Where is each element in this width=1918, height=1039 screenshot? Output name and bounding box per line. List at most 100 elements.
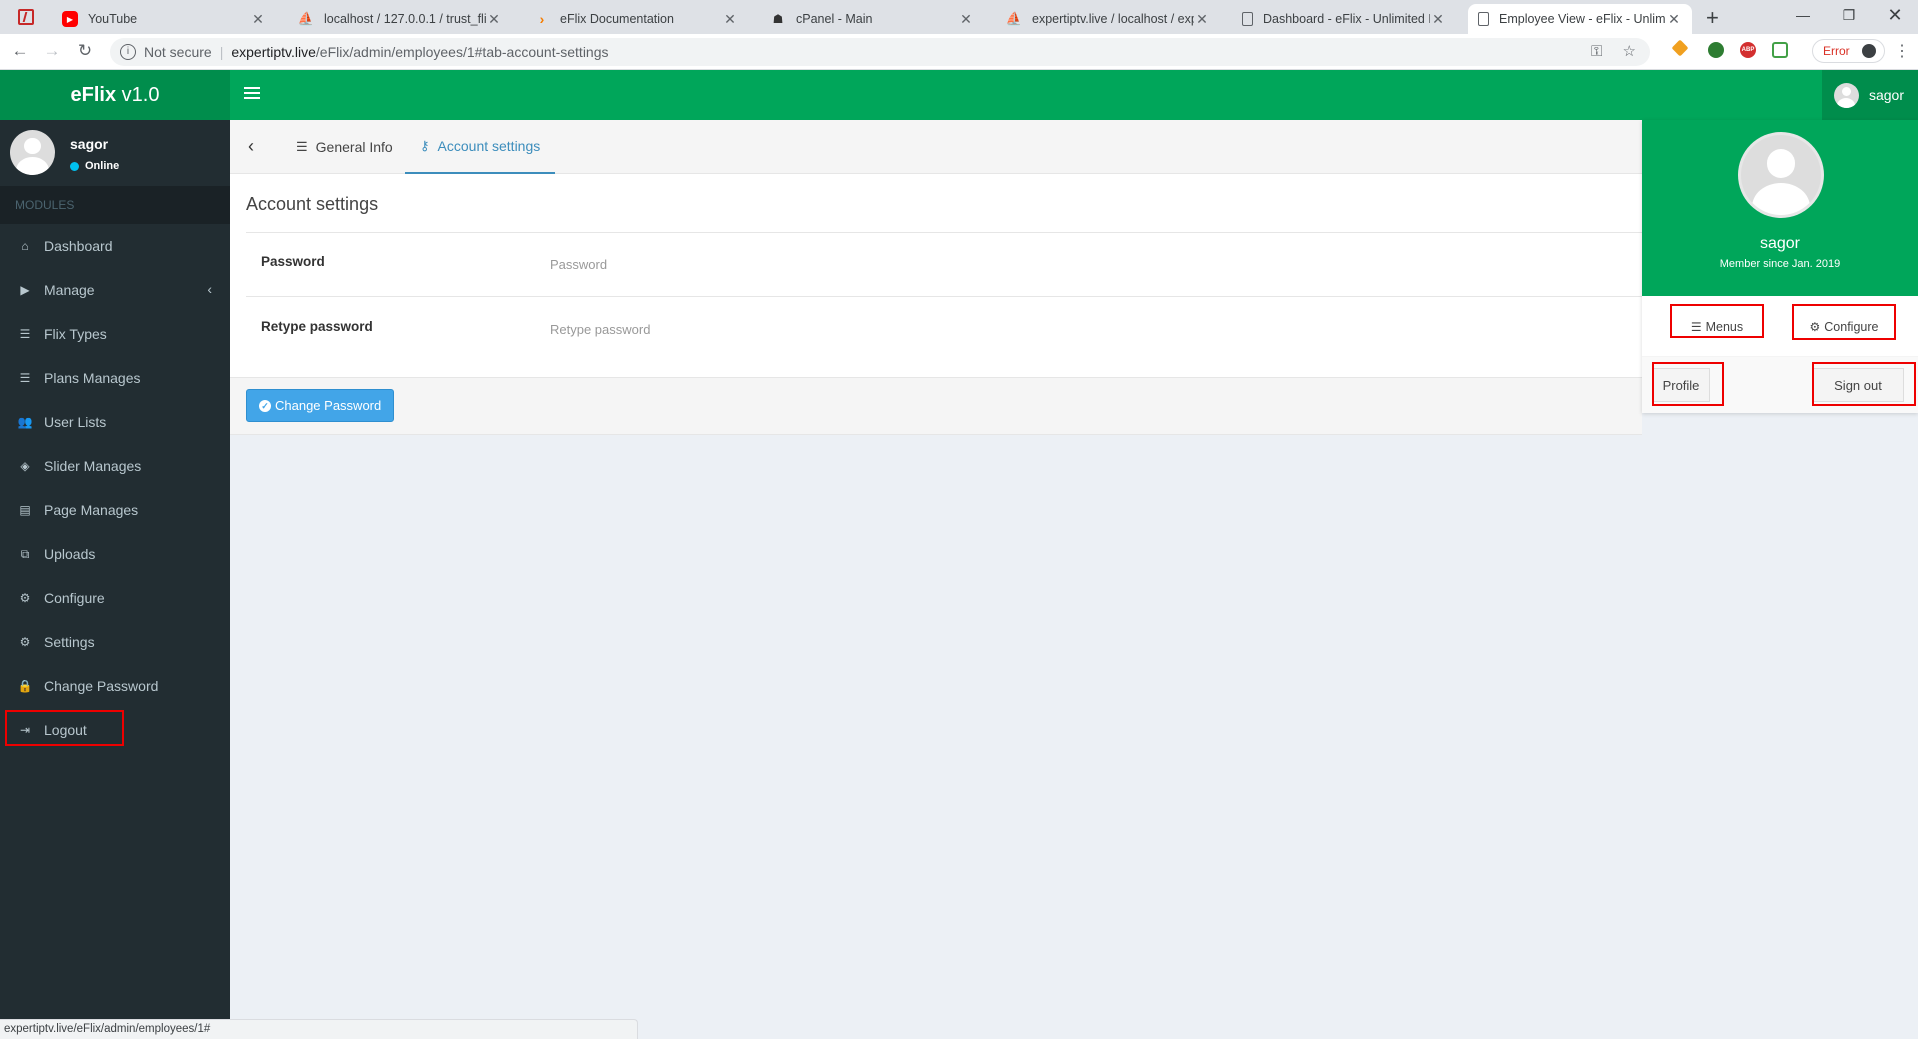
profile-avatar — [1859, 42, 1878, 60]
close-tab-icon[interactable]: ✕ — [1430, 11, 1446, 28]
browser-tab[interactable]: ☗ cPanel - Main ✕ — [760, 4, 984, 34]
sidebar-item-label: Dashboard — [44, 238, 113, 254]
browser-status-bar: expertiptv.live/eFlix/admin/employees/1# — [0, 1019, 638, 1039]
logo-bold: eFlix — [70, 84, 117, 106]
adblock-icon[interactable]: ABP — [1740, 42, 1756, 58]
sidebar-item-uploads[interactable]: ⧉ Uploads — [0, 532, 230, 576]
close-tab-icon[interactable]: ✕ — [486, 11, 502, 28]
security-label: Not secure — [144, 44, 212, 60]
close-tab-icon[interactable]: ✕ — [722, 11, 738, 28]
new-tab-button[interactable]: + — [1706, 5, 1719, 31]
star-icon[interactable]: ☆ — [1623, 43, 1636, 60]
browser-tab[interactable]: ⛵ expertiptv.live / localhost / expe ✕ — [996, 4, 1220, 34]
sidebar-item-change-password[interactable]: 🔒 Change Password — [0, 664, 230, 708]
sidebar-item-label: Slider Manages — [44, 458, 142, 474]
sidebar-avatar — [10, 130, 55, 175]
highlight-logout — [5, 710, 124, 746]
back-chevron-icon[interactable]: ‹ — [248, 136, 254, 157]
sidebar-item-settings[interactable]: ⚙ Settings — [0, 620, 230, 664]
browser-tab[interactable]: › eFlix Documentation ✕ — [524, 4, 748, 34]
sidebar-item-label: Uploads — [44, 546, 96, 562]
extension-globe-icon[interactable] — [1708, 42, 1724, 58]
tab-general-info[interactable]: ☰ General Info — [296, 120, 393, 174]
sidebar-item-manage[interactable]: ▶ Manage ‹ — [0, 268, 230, 312]
file-icon: ▤ — [19, 503, 31, 517]
sidebar: sagor Online MODULES ⌂ Dashboard ▶ Manage ‹ ☰… — [0, 120, 230, 1039]
header-user-menu[interactable]: sagor — [1821, 70, 1918, 120]
tab-title: cPanel - Main — [796, 12, 873, 26]
sidebar-item-dashboard[interactable]: ⌂ Dashboard — [0, 224, 230, 268]
back-button[interactable]: ← — [8, 41, 32, 61]
cube-icon: ◈ — [20, 459, 30, 473]
tab-title: Employee View - eFlix - Unlimite — [1499, 12, 1666, 26]
highlight-sign-out — [1812, 362, 1916, 406]
sidebar-item-label: Flix Types — [44, 326, 107, 342]
user-panel: sagor Online — [0, 120, 230, 186]
tab-account-settings[interactable]: ⚷ Account settings — [405, 120, 556, 174]
sidebar-toggle-icon[interactable] — [244, 87, 260, 101]
lock-icon: 🔒 — [17, 679, 33, 693]
profile-tabs: ‹ ☰ General Info ⚷ Account settings — [230, 120, 1642, 174]
close-tab-icon[interactable]: ✕ — [1194, 11, 1210, 28]
close-tab-icon[interactable]: ✕ — [1666, 11, 1682, 28]
sidebar-item-label: Configure — [44, 590, 105, 606]
window-menu-icon[interactable] — [18, 9, 34, 25]
eflix-doc-icon: › — [539, 11, 545, 27]
password-label: Password — [261, 254, 325, 269]
retype-password-label: Retype password — [261, 319, 373, 334]
header-avatar — [1833, 82, 1859, 108]
sidebar-item-page-manages[interactable]: ▤ Page Manages — [0, 488, 230, 532]
password-row: Password — [246, 233, 1642, 297]
address-bar[interactable]: i Not secure | expertiptv.live /eFlix/ad… — [110, 38, 1650, 66]
sidebar-item-flix-types[interactable]: ☰ Flix Types — [0, 312, 230, 356]
browser-tab[interactable]: ⛵ localhost / 127.0.0.1 / trust_flix | ✕ — [288, 4, 512, 34]
tab-account-label: Account settings — [437, 138, 541, 154]
list-icon: ☰ — [19, 327, 31, 341]
dropdown-avatar — [1738, 132, 1824, 218]
tab-title: localhost / 127.0.0.1 / trust_flix | — [324, 12, 486, 26]
highlight-configure — [1792, 304, 1896, 340]
change-password-button[interactable]: ✓ Change Password — [246, 389, 395, 422]
list-icon: ☰ — [296, 139, 308, 154]
key-icon[interactable]: ⚿ — [1591, 43, 1602, 60]
browser-tab[interactable]: Employee View - eFlix - Unlimite ✕ — [1468, 4, 1692, 34]
phpmyadmin-icon: ⛵ — [297, 11, 315, 26]
close-tab-icon[interactable]: ✕ — [250, 11, 266, 28]
app-logo[interactable]: eFlix v1.0 — [0, 70, 230, 120]
users-icon: 👥 — [17, 415, 33, 429]
retype-password-field[interactable] — [550, 312, 1450, 346]
restore-button[interactable]: ❐ — [1826, 3, 1872, 27]
extension-tv-icon[interactable] — [1772, 42, 1788, 58]
browser-menu-icon[interactable]: ⋮ — [1894, 41, 1910, 61]
tab-title: eFlix Documentation — [560, 12, 674, 26]
extension-key-icon[interactable] — [1671, 39, 1689, 57]
forward-button[interactable]: → — [40, 41, 64, 61]
chevron-left-icon: ‹ — [207, 281, 212, 297]
profile-error-pill[interactable]: Error — [1812, 39, 1885, 63]
info-icon[interactable]: i — [120, 44, 136, 60]
close-window-button[interactable]: ✕ — [1872, 3, 1918, 27]
youtube-icon: ▶ — [62, 11, 78, 27]
url-host: expertiptv.live — [231, 44, 316, 60]
sidebar-item-label: Change Password — [44, 678, 159, 694]
sidebar-item-configure[interactable]: ⚙ Configure — [0, 576, 230, 620]
password-field[interactable] — [550, 247, 1450, 281]
dropdown-username: sagor — [1759, 235, 1801, 252]
minimize-button[interactable]: — — [1780, 3, 1826, 27]
address-toolbar: ← → ↻ i Not secure | expertiptv.live /eF… — [0, 34, 1918, 70]
reload-button[interactable]: ↻ — [73, 41, 97, 61]
page-icon — [1242, 12, 1253, 26]
close-tab-icon[interactable]: ✕ — [958, 11, 974, 28]
page-icon — [1478, 12, 1489, 26]
home-icon: ⌂ — [21, 239, 29, 253]
sidebar-item-plans-manages[interactable]: ☰ Plans Manages — [0, 356, 230, 400]
sidebar-item-label: Settings — [44, 634, 95, 650]
app-header: eFlix v1.0 sagor — [0, 70, 1918, 120]
browser-tab[interactable]: Dashboard - eFlix - Unlimited En ✕ — [1232, 4, 1456, 34]
status-label: Online — [85, 160, 120, 172]
online-dot-icon — [70, 161, 79, 171]
sidebar-item-user-lists[interactable]: 👥 User Lists — [0, 400, 230, 444]
browser-tab[interactable]: ▶ YouTube ✕ — [52, 4, 276, 34]
sidebar-item-slider-manages[interactable]: ◈ Slider Manages — [0, 444, 230, 488]
form-footer: ✓ Change Password — [230, 377, 1642, 435]
